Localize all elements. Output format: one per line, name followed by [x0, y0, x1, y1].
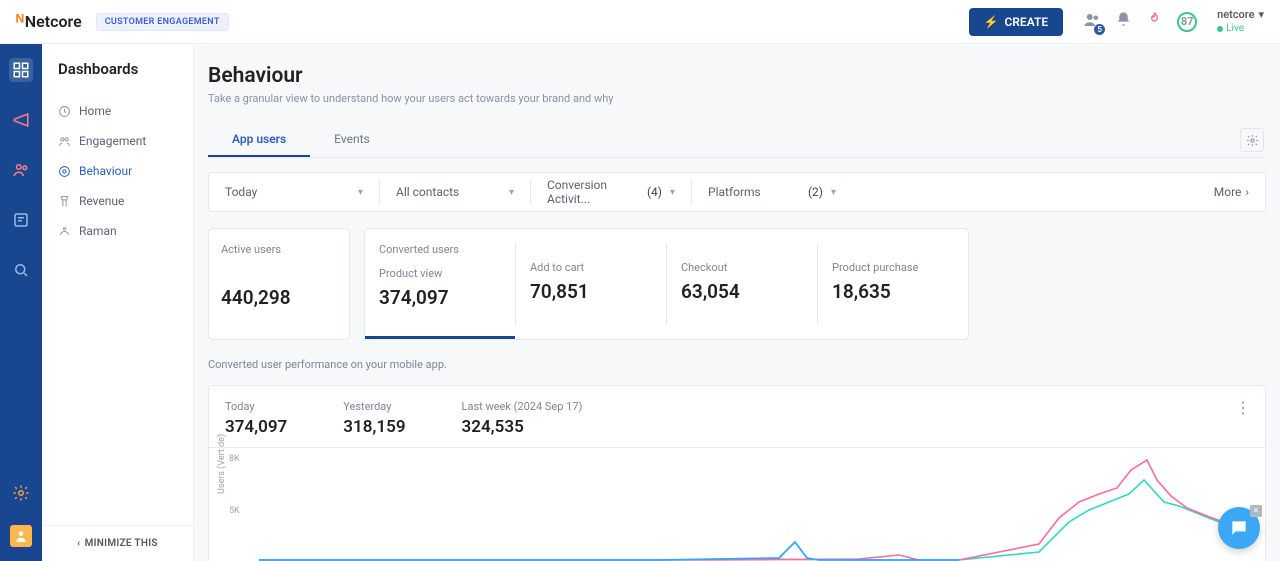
metric-value: 70,851 — [530, 280, 652, 303]
page-subtitle: Take a granular view to understand how y… — [208, 92, 1266, 105]
tab-events[interactable]: Events — [310, 123, 394, 157]
metric-add-to-cart[interactable]: Add to cart 70,851 — [516, 229, 666, 339]
account-status: Live — [1226, 22, 1244, 35]
metric-value: 374,097 — [379, 286, 501, 309]
metric-product-purchase[interactable]: Product purchase 18,635 — [818, 229, 968, 339]
tabs-row: App users Events — [208, 123, 1266, 158]
rail-dashboards[interactable] — [9, 58, 33, 82]
settings-button[interactable] — [1240, 128, 1264, 152]
close-icon[interactable]: × — [1250, 505, 1262, 517]
lightning-icon: ⚡ — [984, 15, 999, 29]
logo-mark: ᴺ — [16, 11, 24, 32]
sidebar-item-label: Engagement — [79, 134, 146, 148]
minimize-button[interactable]: ‹MINIMIZE THIS — [42, 525, 193, 561]
product-tag: CUSTOMER ENGAGEMENT — [96, 13, 229, 31]
filters-more[interactable]: More› — [1198, 185, 1265, 199]
tab-app-users[interactable]: App users — [208, 123, 310, 157]
chart-body: Users (Vert de) 8K 5K — [209, 448, 1265, 561]
chart-menu-button[interactable]: ⋮ — [1235, 398, 1251, 417]
chart-header-today: Today 374,097 — [225, 400, 287, 437]
rail-campaigns[interactable] — [9, 108, 33, 132]
main-content: Behaviour Take a granular view to unders… — [194, 44, 1280, 561]
sidebar-item-engagement[interactable]: Engagement — [42, 126, 193, 156]
y-tick: 5K — [229, 506, 240, 516]
side-panel: Dashboards Home Engagement Behaviour Rev… — [42, 44, 194, 561]
nav-rail — [0, 44, 42, 561]
metric-converted-users: Converted users Product view 374,097 Add… — [364, 228, 969, 340]
live-dot-icon — [1217, 26, 1223, 32]
chevron-left-icon: ‹ — [77, 538, 80, 549]
chevron-down-icon: ▾ — [358, 187, 363, 198]
chevron-down-icon: ▾ — [831, 187, 836, 198]
brand-logo: ᴺ Netcore — [16, 11, 82, 32]
filter-platforms[interactable]: Platforms(2)▾ — [692, 173, 852, 211]
brand-name: Netcore — [25, 12, 82, 31]
filters-bar: Today▾ All contacts▾ Conversion Activit.… — [208, 172, 1266, 212]
caption-line: Converted user performance on your mobil… — [208, 358, 1266, 371]
chart-card: ⋮ Today 374,097 Yesterday 318,159 Last w… — [208, 385, 1266, 561]
help-chat-button[interactable]: × — [1218, 507, 1260, 549]
top-bar: ᴺ Netcore CUSTOMER ENGAGEMENT ⚡ CREATE 5… — [0, 0, 1280, 44]
rail-audience[interactable] — [9, 158, 33, 182]
sidebar-item-label: Raman — [79, 224, 117, 238]
metric-value: 18,635 — [832, 280, 954, 303]
sidebar-item-behaviour[interactable]: Behaviour — [42, 156, 193, 186]
create-label: CREATE — [1004, 15, 1048, 29]
filter-audience[interactable]: All contacts▾ — [380, 173, 530, 211]
metric-product-view[interactable]: Converted users Product view 374,097 — [365, 229, 515, 339]
metric-checkout[interactable]: Checkout 63,054 — [667, 229, 817, 339]
y-axis-label: Users (Vert de) — [217, 434, 227, 494]
chevron-down-icon: ▾ — [670, 187, 675, 198]
bell-icon[interactable] — [1115, 11, 1132, 32]
metric-value: 440,298 — [221, 286, 337, 309]
rail-settings[interactable] — [9, 481, 33, 505]
y-tick: 8K — [229, 454, 240, 464]
account-name: netcore — [1217, 8, 1254, 22]
sidebar-item-raman[interactable]: Raman — [42, 216, 193, 246]
sidebar-item-label: Behaviour — [79, 164, 132, 178]
chevron-down-icon: ▾ — [1258, 8, 1264, 22]
user-group-icon[interactable]: 5 — [1083, 11, 1101, 33]
chevron-right-icon: › — [1245, 185, 1249, 199]
sidebar-item-revenue[interactable]: Revenue — [42, 186, 193, 216]
rail-content[interactable] — [9, 208, 33, 232]
metric-active-users[interactable]: Active users 440,298 — [208, 228, 350, 340]
sidebar-item-label: Home — [79, 104, 111, 118]
fire-icon[interactable] — [1146, 11, 1163, 32]
account-switcher[interactable]: netcore ▾ Live — [1217, 8, 1264, 35]
rail-profile[interactable] — [10, 525, 32, 547]
chevron-down-icon: ▾ — [509, 187, 514, 198]
side-title: Dashboards — [42, 60, 193, 78]
filter-date[interactable]: Today▾ — [209, 173, 379, 211]
chart-header-yesterday: Yesterday 318,159 — [343, 400, 405, 437]
page-title: Behaviour — [208, 64, 1266, 88]
user-count-badge: 5 — [1094, 24, 1105, 35]
filter-conversion[interactable]: Conversion Activit...(4)▾ — [531, 173, 691, 211]
sidebar-item-label: Revenue — [79, 194, 124, 208]
chart-header-lastweek: Last week (2024 Sep 17) 324,535 — [462, 400, 583, 437]
create-button[interactable]: ⚡ CREATE — [969, 8, 1064, 36]
metrics-row: Active users 440,298 Converted users Pro… — [208, 228, 1266, 340]
score-ring[interactable]: 87 — [1177, 12, 1197, 32]
line-chart — [259, 452, 1249, 561]
sidebar-item-home[interactable]: Home — [42, 96, 193, 126]
rail-search[interactable] — [9, 258, 33, 282]
metric-value: 63,054 — [681, 280, 803, 303]
